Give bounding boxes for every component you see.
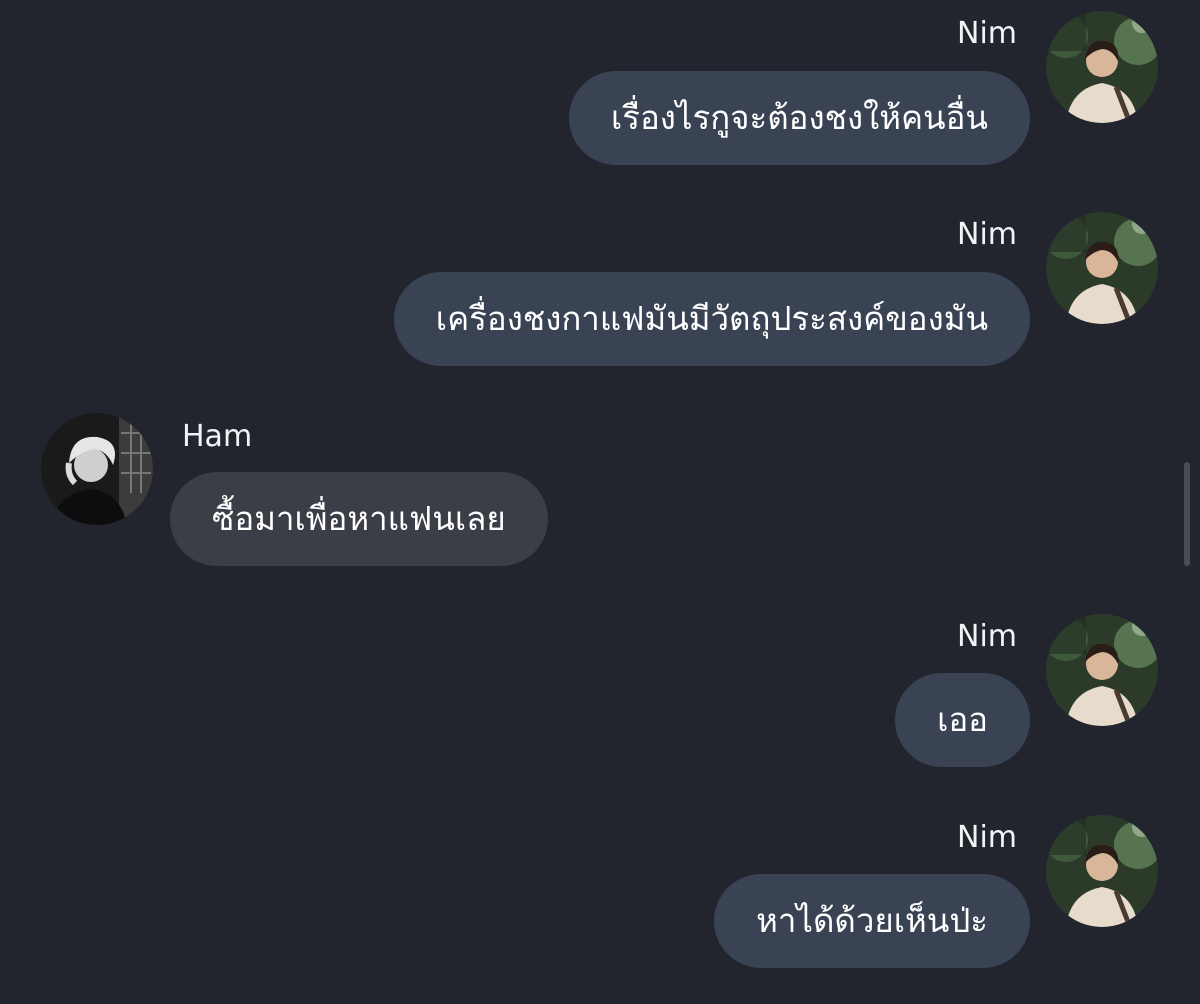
message-bubble[interactable]: ซื้อมาเพื่อหาแฟนเลย [170,472,548,566]
sender-name: Nim [957,820,1017,855]
avatar[interactable] [1046,212,1158,324]
avatar[interactable] [1046,815,1158,927]
user-avatar-icon [1046,614,1158,726]
user-avatar-icon [1046,815,1158,927]
sender-name: Nim [957,619,1017,654]
message-bubble[interactable]: หาได้ด้วยเห็นป่ะ [714,874,1030,968]
message-bubble[interactable]: เรื่องไรกูจะต้องชงให้คนอื่น [568,71,1030,165]
user-avatar-icon [1046,212,1158,324]
user-avatar-icon [1046,11,1158,123]
sender-name: Nim [957,217,1017,252]
message-bubble[interactable]: เครื่องชงกาแฟมันมีวัตถุประสงค์ของมัน [393,272,1030,366]
scrollbar[interactable] [1184,462,1190,566]
avatar[interactable] [1046,11,1158,123]
avatar[interactable] [1046,614,1158,726]
chat-thread: Nim เรื่องไรกูจะต้องชงให้คนอื่น Nim เครื… [0,0,1200,1004]
avatar[interactable] [41,413,153,525]
sender-name: Ham [182,419,253,454]
user-avatar-icon [41,413,153,525]
message-bubble[interactable]: เออ [895,673,1030,767]
sender-name: Nim [957,16,1017,51]
